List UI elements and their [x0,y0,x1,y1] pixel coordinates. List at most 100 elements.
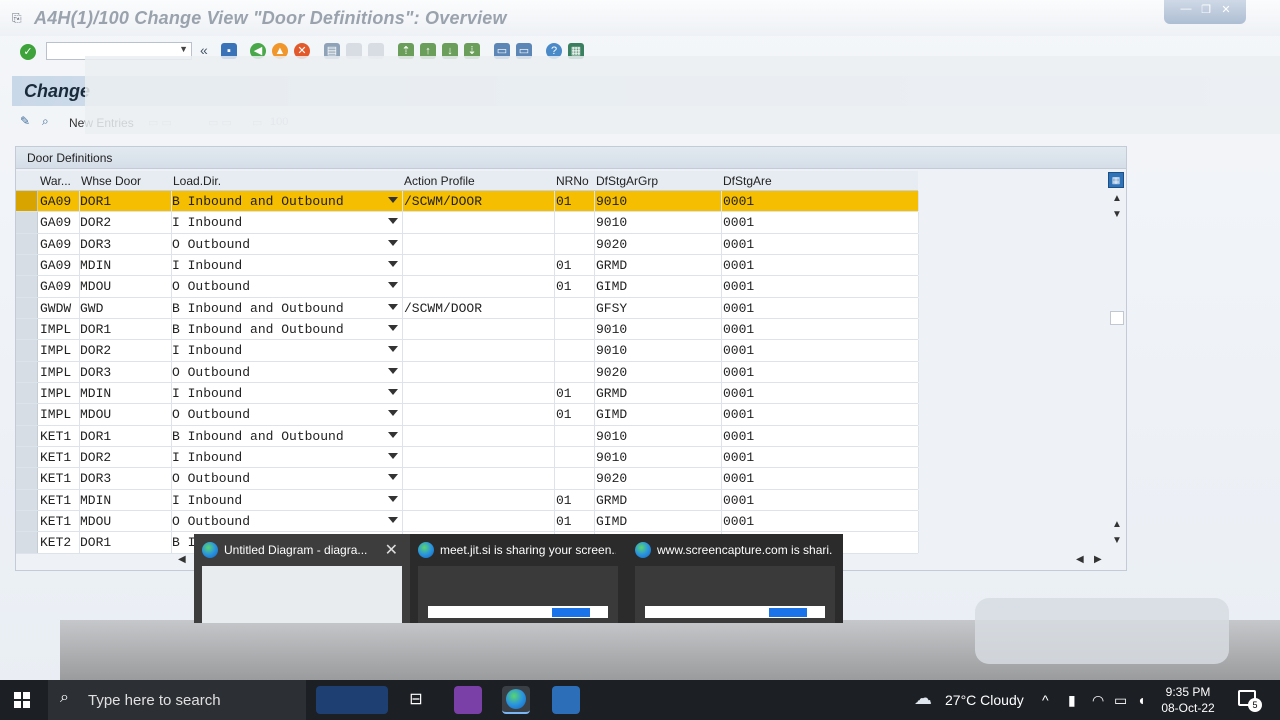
chevron-down-icon[interactable] [388,388,398,395]
maximize-button[interactable]: ❐ [1198,3,1214,17]
chevron-down-icon[interactable]: ▼ [179,44,188,54]
row-selector[interactable] [16,254,38,276]
chevron-down-icon[interactable] [388,431,398,438]
row-selector[interactable] [16,489,38,510]
cell-load-dir[interactable]: B Inbound and Outbound [172,429,344,444]
table-row[interactable]: GA09 DOR2 I Inbound 9010 0001 [16,212,919,234]
row-selector[interactable] [16,191,38,212]
chevron-down-icon[interactable] [388,346,398,353]
cell-action-profile[interactable]: /SCWM/DOOR [404,194,482,209]
enter-check-icon[interactable]: ✓ [20,44,36,60]
table-row[interactable]: IMPL DOR2 I Inbound 9010 0001 [16,340,919,362]
cell-load-dir[interactable]: B Inbound and Outbound [172,301,344,316]
cell-load-dir[interactable]: I Inbound [172,386,242,401]
row-selector[interactable] [16,340,38,361]
chevron-down-icon[interactable] [388,282,398,289]
chevron-up-icon[interactable]: ^ [1042,692,1049,708]
chevron-down-icon[interactable] [388,410,398,417]
chevron-down-icon[interactable] [388,516,398,523]
table-row[interactable]: KET1 MDOU O Outbound 01 GIMD 0001 [16,510,919,533]
cell-load-dir[interactable]: O Outbound [172,514,250,529]
table-row[interactable]: IMPL DOR3 O Outbound 9020 0001 [16,361,919,383]
column-header-load-dir[interactable]: Load.Dir. [173,174,221,188]
windows-start-icon[interactable] [14,692,30,708]
column-header-whse-door[interactable]: Whse Door [81,174,141,188]
table-row[interactable]: KET1 DOR2 I Inbound 9010 0001 [16,446,919,469]
table-row[interactable]: GA09 DOR1 B Inbound and Outbound/SCWM/DOOR… [16,191,919,213]
table-row[interactable]: IMPL MDIN I Inbound 01 GRMD 0001 [16,382,919,405]
minimize-button[interactable]: — [1178,3,1194,17]
thumbnail-window[interactable]: meet.jit.si is sharing your screen... [410,534,626,623]
chevron-down-icon[interactable] [388,197,398,203]
cell-load-dir[interactable]: O Outbound [172,279,250,294]
row-selector[interactable] [16,361,38,382]
row-selector[interactable] [16,233,38,254]
taskbar-search[interactable]: ⌕ Type here to search [48,680,306,720]
row-selector[interactable] [16,468,38,489]
cell-load-dir[interactable]: I Inbound [172,258,242,273]
volume-icon[interactable]: ◖ [1137,692,1145,708]
chevron-down-icon[interactable] [388,303,398,310]
sap-logon-icon[interactable] [552,686,580,714]
cell-load-dir[interactable]: O Outbound [172,471,250,486]
cell-load-dir[interactable]: I Inbound [172,450,242,465]
scroll-thumb[interactable] [1110,311,1124,325]
chevron-down-icon[interactable] [388,218,398,225]
clock[interactable]: 9:35 PM 08-Oct-22 [1158,684,1218,716]
display-change-icon[interactable]: ✎ [20,114,36,130]
scroll-right-icon[interactable]: ▶ [1094,554,1102,565]
cell-load-dir[interactable]: I Inbound [172,493,242,508]
task-view-icon[interactable]: ⊟ [402,686,430,714]
row-selector[interactable] [16,276,38,297]
column-header-warehouse[interactable]: War... [40,174,71,188]
table-row[interactable]: GA09 MDIN I Inbound 01 GRMD 0001 [16,254,919,277]
cell-load-dir[interactable]: B Inbound and Outbound [172,194,344,209]
weather-text[interactable]: 27°C Cloudy [945,692,1024,708]
vertical-scrollbar[interactable]: ▲ ▼ ▲ ▼ [1107,171,1127,551]
cell-load-dir[interactable]: O Outbound [172,237,250,252]
scroll-page-up-icon[interactable]: ▲ [1112,519,1122,530]
notification-icon[interactable]: 5 [1238,690,1262,712]
table-row[interactable]: IMPL DOR1 B Inbound and Outbound 9010 0001 [16,318,919,341]
close-icon[interactable]: ✕ [385,540,398,560]
thumbnail-window[interactable]: Untitled Diagram - diagra... ✕ [194,534,410,623]
cell-load-dir[interactable]: I Inbound [172,343,242,358]
chevron-down-icon[interactable] [388,495,398,502]
row-selector[interactable] [16,446,38,468]
scroll-page-down-icon[interactable]: ▼ [1112,535,1122,546]
onenote-icon[interactable] [454,686,482,714]
scroll-left-icon[interactable]: ◀ [178,554,186,565]
table-row[interactable]: GWDW GWD B Inbound and Outbound/SCWM/DOOR G… [16,297,919,319]
row-selector[interactable] [16,318,38,340]
cell-action-profile[interactable]: /SCWM/DOOR [404,301,482,316]
chevron-down-icon[interactable] [388,324,398,331]
cell-load-dir[interactable]: B I [172,535,195,550]
table-row[interactable]: KET1 DOR3 O Outbound 9020 0001 [16,468,919,490]
table-row[interactable]: GA09 DOR3 O Outbound 9020 0001 [16,233,919,255]
row-selector[interactable] [16,510,38,532]
table-row[interactable]: GA09 MDOU O Outbound 01 GIMD 0001 [16,276,919,298]
cell-load-dir[interactable]: O Outbound [172,407,250,422]
cell-load-dir[interactable]: I Inbound [172,215,242,230]
column-header-action-profile[interactable]: Action Profile [404,174,475,188]
cell-load-dir[interactable]: O Outbound [172,365,250,380]
column-header-nrno[interactable]: NRNo [556,174,589,188]
chevron-down-icon[interactable] [388,474,398,481]
scroll-up-icon[interactable]: ▲ [1112,193,1122,204]
thumbnail-window[interactable]: www.screencapture.com is shari... [627,534,843,623]
column-header-dfstgare[interactable]: DfStgAre [723,174,772,188]
scroll-left-end-icon[interactable]: ◀ [1076,554,1084,565]
table-row[interactable]: KET1 MDIN I Inbound 01 GRMD 0001 [16,489,919,511]
row-selector[interactable] [16,404,38,425]
microphone-icon[interactable]: ▮ [1068,692,1076,709]
chevron-down-icon[interactable] [388,239,398,246]
wifi-icon[interactable]: ◠ [1092,692,1104,709]
close-button[interactable]: ✕ [1218,3,1234,17]
column-header-dfstgargrp[interactable]: DfStgArGrp [596,174,658,188]
table-row[interactable]: IMPL MDOU O Outbound 01 GIMD 0001 [16,404,919,426]
table-row[interactable]: KET1 DOR1 B Inbound and Outbound 9010 0001 [16,425,919,447]
battery-icon[interactable]: ▭ [1114,692,1127,709]
row-selector[interactable] [16,212,38,233]
scroll-down-icon[interactable]: ▼ [1112,209,1122,220]
chevron-down-icon[interactable] [388,260,398,267]
